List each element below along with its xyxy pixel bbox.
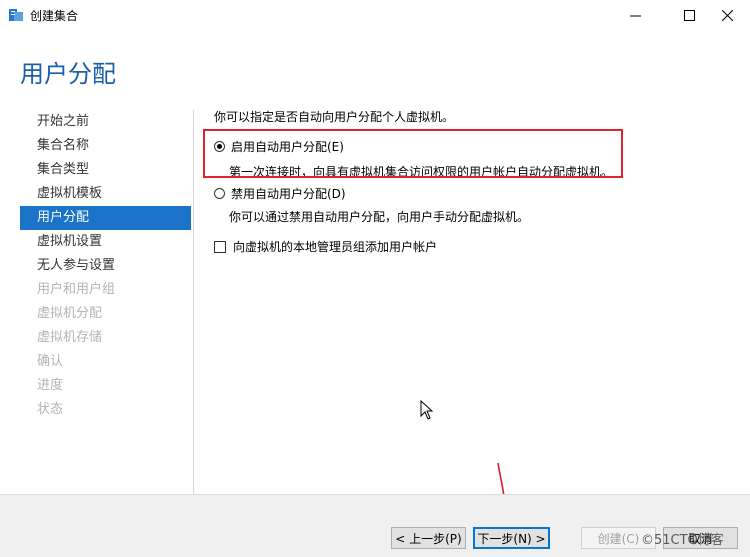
minimize-button[interactable] [612,0,658,30]
previous-button[interactable]: < 上一步(P) [391,527,466,549]
disable-auto-description: 你可以通过禁用自动用户分配，向用户手动分配虚拟机。 [229,210,530,224]
mouse-cursor-icon [420,400,434,420]
title-bar: 创建集合 [0,0,750,30]
intro-text: 你可以指定是否自动向用户分配个人虚拟机。 [214,110,455,124]
radio-disable-label: 禁用自动用户分配(D) [231,187,346,201]
nav-item-vm-template[interactable]: 虚拟机模板 [20,182,191,206]
close-button[interactable] [704,0,750,30]
checkbox-label: 向虚拟机的本地管理员组添加用户帐户 [233,240,438,254]
window-title: 创建集合 [30,9,79,23]
wizard-nav: 开始之前 集合名称 集合类型 虚拟机模板 用户分配 虚拟机设置 无人参与设置 用… [20,110,191,422]
nav-divider [193,110,194,495]
nav-item-vm-allocation: 虚拟机分配 [37,306,103,321]
nav-item-before-you-begin[interactable]: 开始之前 [20,110,191,134]
nav-item-users-and-groups: 用户和用户组 [37,282,116,297]
page-title: 用户分配 [20,60,116,88]
nav-item-collection-type[interactable]: 集合类型 [20,158,191,182]
close-icon [721,9,733,21]
nav-item-status: 状态 [37,402,64,417]
checkbox-add-to-local-admins[interactable]: 向虚拟机的本地管理员组添加用户帐户 [214,238,437,255]
nav-item-vm-storage: 虚拟机存储 [37,330,103,345]
radio-disable-auto-assignment[interactable]: 禁用自动用户分配(D) [214,185,346,202]
server-manager-icon [9,9,23,21]
maximize-icon [683,9,695,21]
minimize-icon [629,15,641,16]
radio-unselected-icon[interactable] [214,188,225,199]
nav-item-vm-settings[interactable]: 虚拟机设置 [20,230,191,254]
checkbox-icon[interactable] [214,240,226,253]
nav-item-collection-name[interactable]: 集合名称 [20,134,191,158]
nav-item-user-assignment[interactable]: 用户分配 [20,206,191,230]
watermark: ©51CTO博客 [641,533,724,548]
nav-item-progress: 进度 [37,378,64,393]
highlight-annotation-box [203,129,623,178]
nav-item-confirmation: 确认 [37,354,64,369]
nav-item-unattended-settings[interactable]: 无人参与设置 [20,254,191,278]
next-button[interactable]: 下一步(N) > [473,527,550,549]
